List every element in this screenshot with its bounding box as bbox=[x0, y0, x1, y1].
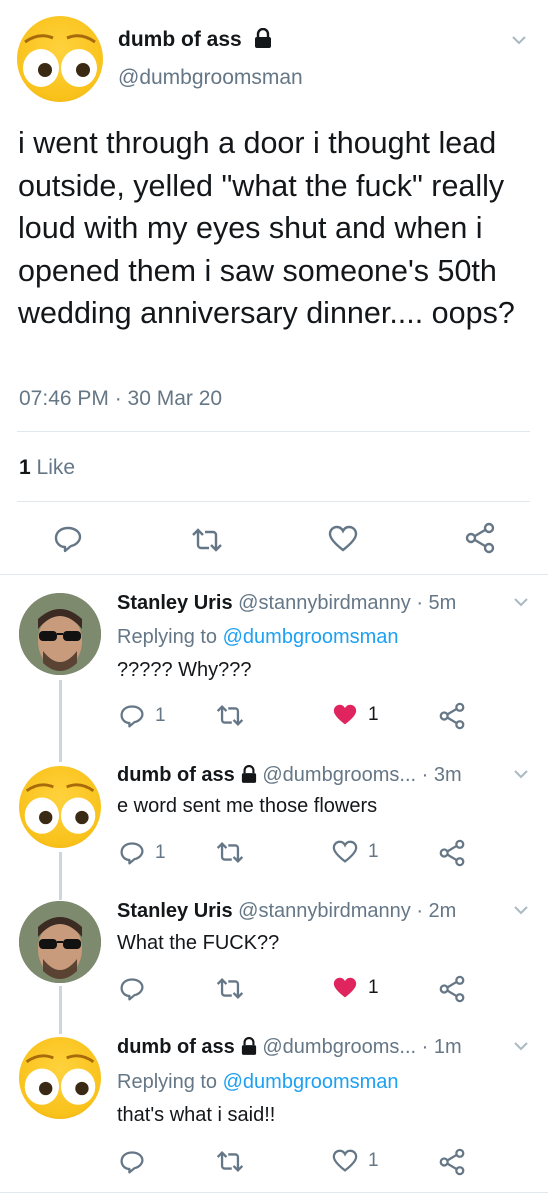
share-button[interactable] bbox=[439, 839, 465, 867]
like-count: 1 bbox=[368, 977, 379, 998]
heart-filled-icon bbox=[333, 704, 357, 725]
tweet-text: i went through a door i thought lead out… bbox=[18, 126, 515, 330]
share-icon bbox=[439, 1148, 465, 1176]
thread-line bbox=[59, 986, 62, 1034]
reply-count: 1 bbox=[155, 842, 166, 863]
replying-to-prefix: Replying to bbox=[117, 626, 218, 648]
retweet-icon bbox=[192, 528, 222, 552]
replying-to-prefix: Replying to bbox=[117, 1071, 218, 1093]
share-icon bbox=[439, 702, 465, 730]
reply-text: What the FUCK?? bbox=[117, 932, 280, 954]
retweet-icon bbox=[216, 978, 244, 999]
timestamp[interactable]: 07:46 PM · 30 Mar 20 bbox=[19, 387, 222, 411]
like-button[interactable]: 1 bbox=[332, 1149, 379, 1173]
reply-icon bbox=[120, 1151, 144, 1174]
heart-filled-icon bbox=[333, 977, 357, 998]
likes-label: Like bbox=[36, 456, 76, 479]
retweet-button[interactable] bbox=[215, 841, 245, 864]
reply-text: ????? Why??? bbox=[117, 659, 252, 681]
reply-icon bbox=[54, 526, 82, 553]
reply-author-name[interactable]: Stanley Uris bbox=[117, 900, 233, 922]
reply-time: · 2m bbox=[416, 900, 457, 922]
reply-author-name[interactable]: dumb of ass bbox=[117, 1036, 235, 1058]
like-button[interactable] bbox=[328, 525, 358, 553]
lock-icon bbox=[241, 1037, 256, 1055]
divider bbox=[17, 501, 530, 502]
reply-author-name[interactable]: Stanley Uris bbox=[117, 592, 233, 614]
reply-author-handle[interactable]: @dumbgrooms... bbox=[262, 1036, 416, 1058]
reply-icon bbox=[120, 978, 144, 1001]
reply-count: 1 bbox=[155, 705, 166, 726]
avatar-photo[interactable] bbox=[19, 901, 101, 983]
chevron-down-icon[interactable] bbox=[514, 1041, 528, 1051]
likes-stat[interactable]: 1 Like bbox=[19, 456, 75, 480]
chevron-down-icon[interactable] bbox=[512, 35, 526, 45]
avatar-flushed-emoji[interactable] bbox=[19, 766, 101, 848]
share-icon bbox=[439, 839, 465, 867]
retweet-button[interactable] bbox=[190, 527, 224, 553]
reply-time: · 3m bbox=[421, 764, 462, 786]
reply-button[interactable]: 1 bbox=[119, 840, 166, 866]
retweet-button[interactable] bbox=[215, 1150, 245, 1173]
like-button[interactable]: 1 bbox=[332, 976, 379, 1000]
reply-author-name[interactable]: dumb of ass bbox=[117, 764, 235, 786]
chevron-down-icon[interactable] bbox=[514, 597, 528, 607]
lock-icon bbox=[254, 28, 271, 48]
reply-icon bbox=[120, 842, 144, 865]
retweet-icon bbox=[216, 842, 244, 863]
share-button[interactable] bbox=[465, 522, 495, 554]
reply-text: e word sent me those flowers bbox=[117, 795, 378, 817]
reply-time: · 5m bbox=[416, 592, 457, 614]
reply-button[interactable]: 1 bbox=[119, 703, 166, 729]
likes-count: 1 bbox=[19, 456, 31, 479]
handle[interactable]: @dumbgroomsman bbox=[118, 66, 303, 90]
reply-button[interactable] bbox=[53, 525, 83, 553]
chevron-down-icon[interactable] bbox=[514, 905, 528, 915]
main-tweet: dumb of ass @dumbgroomsman i went throug… bbox=[0, 0, 548, 575]
replying-to-link[interactable]: @dumbgroomsman bbox=[223, 626, 399, 648]
like-button[interactable]: 1 bbox=[332, 703, 379, 727]
heart-icon bbox=[328, 525, 358, 552]
lock-icon bbox=[241, 765, 256, 783]
heart-icon bbox=[332, 840, 358, 863]
chevron-down-icon[interactable] bbox=[514, 769, 528, 779]
reply-author-handle[interactable]: @dumbgrooms... bbox=[262, 764, 416, 786]
retweet-icon bbox=[216, 705, 244, 726]
retweet-button[interactable] bbox=[215, 704, 245, 727]
share-icon bbox=[465, 522, 495, 554]
reply-button[interactable] bbox=[119, 976, 155, 1002]
thread-line bbox=[59, 680, 62, 762]
reply-text: that's what i said!! bbox=[117, 1104, 276, 1126]
avatar-flushed-emoji[interactable] bbox=[17, 16, 103, 102]
heart-icon bbox=[332, 1149, 358, 1172]
avatar-photo[interactable] bbox=[19, 593, 101, 675]
reply-author-handle[interactable]: @stannybirdmanny bbox=[238, 592, 411, 614]
share-button[interactable] bbox=[439, 1148, 465, 1176]
like-button[interactable]: 1 bbox=[332, 840, 379, 864]
divider bbox=[17, 431, 530, 432]
like-count: 1 bbox=[368, 841, 379, 862]
reply-time: · 1m bbox=[421, 1036, 462, 1058]
display-name[interactable]: dumb of ass bbox=[118, 28, 242, 51]
reply-author-handle[interactable]: @stannybirdmanny bbox=[238, 900, 411, 922]
avatar-flushed-emoji[interactable] bbox=[19, 1037, 101, 1119]
replying-to: Replying to @dumbgroomsman bbox=[117, 626, 399, 649]
retweet-icon bbox=[216, 1151, 244, 1172]
thread-line bbox=[59, 852, 62, 900]
like-count: 1 bbox=[368, 704, 379, 725]
share-button[interactable] bbox=[439, 702, 465, 730]
replying-to: Replying to @dumbgroomsman bbox=[117, 1071, 399, 1094]
reply-icon bbox=[120, 705, 144, 728]
divider bbox=[0, 1192, 548, 1193]
section-divider bbox=[0, 574, 548, 575]
share-button[interactable] bbox=[439, 975, 465, 1003]
like-count: 1 bbox=[368, 1150, 379, 1171]
retweet-button[interactable] bbox=[215, 977, 245, 1000]
share-icon bbox=[439, 975, 465, 1003]
replying-to-link[interactable]: @dumbgroomsman bbox=[223, 1071, 399, 1093]
reply-button[interactable] bbox=[119, 1149, 155, 1175]
